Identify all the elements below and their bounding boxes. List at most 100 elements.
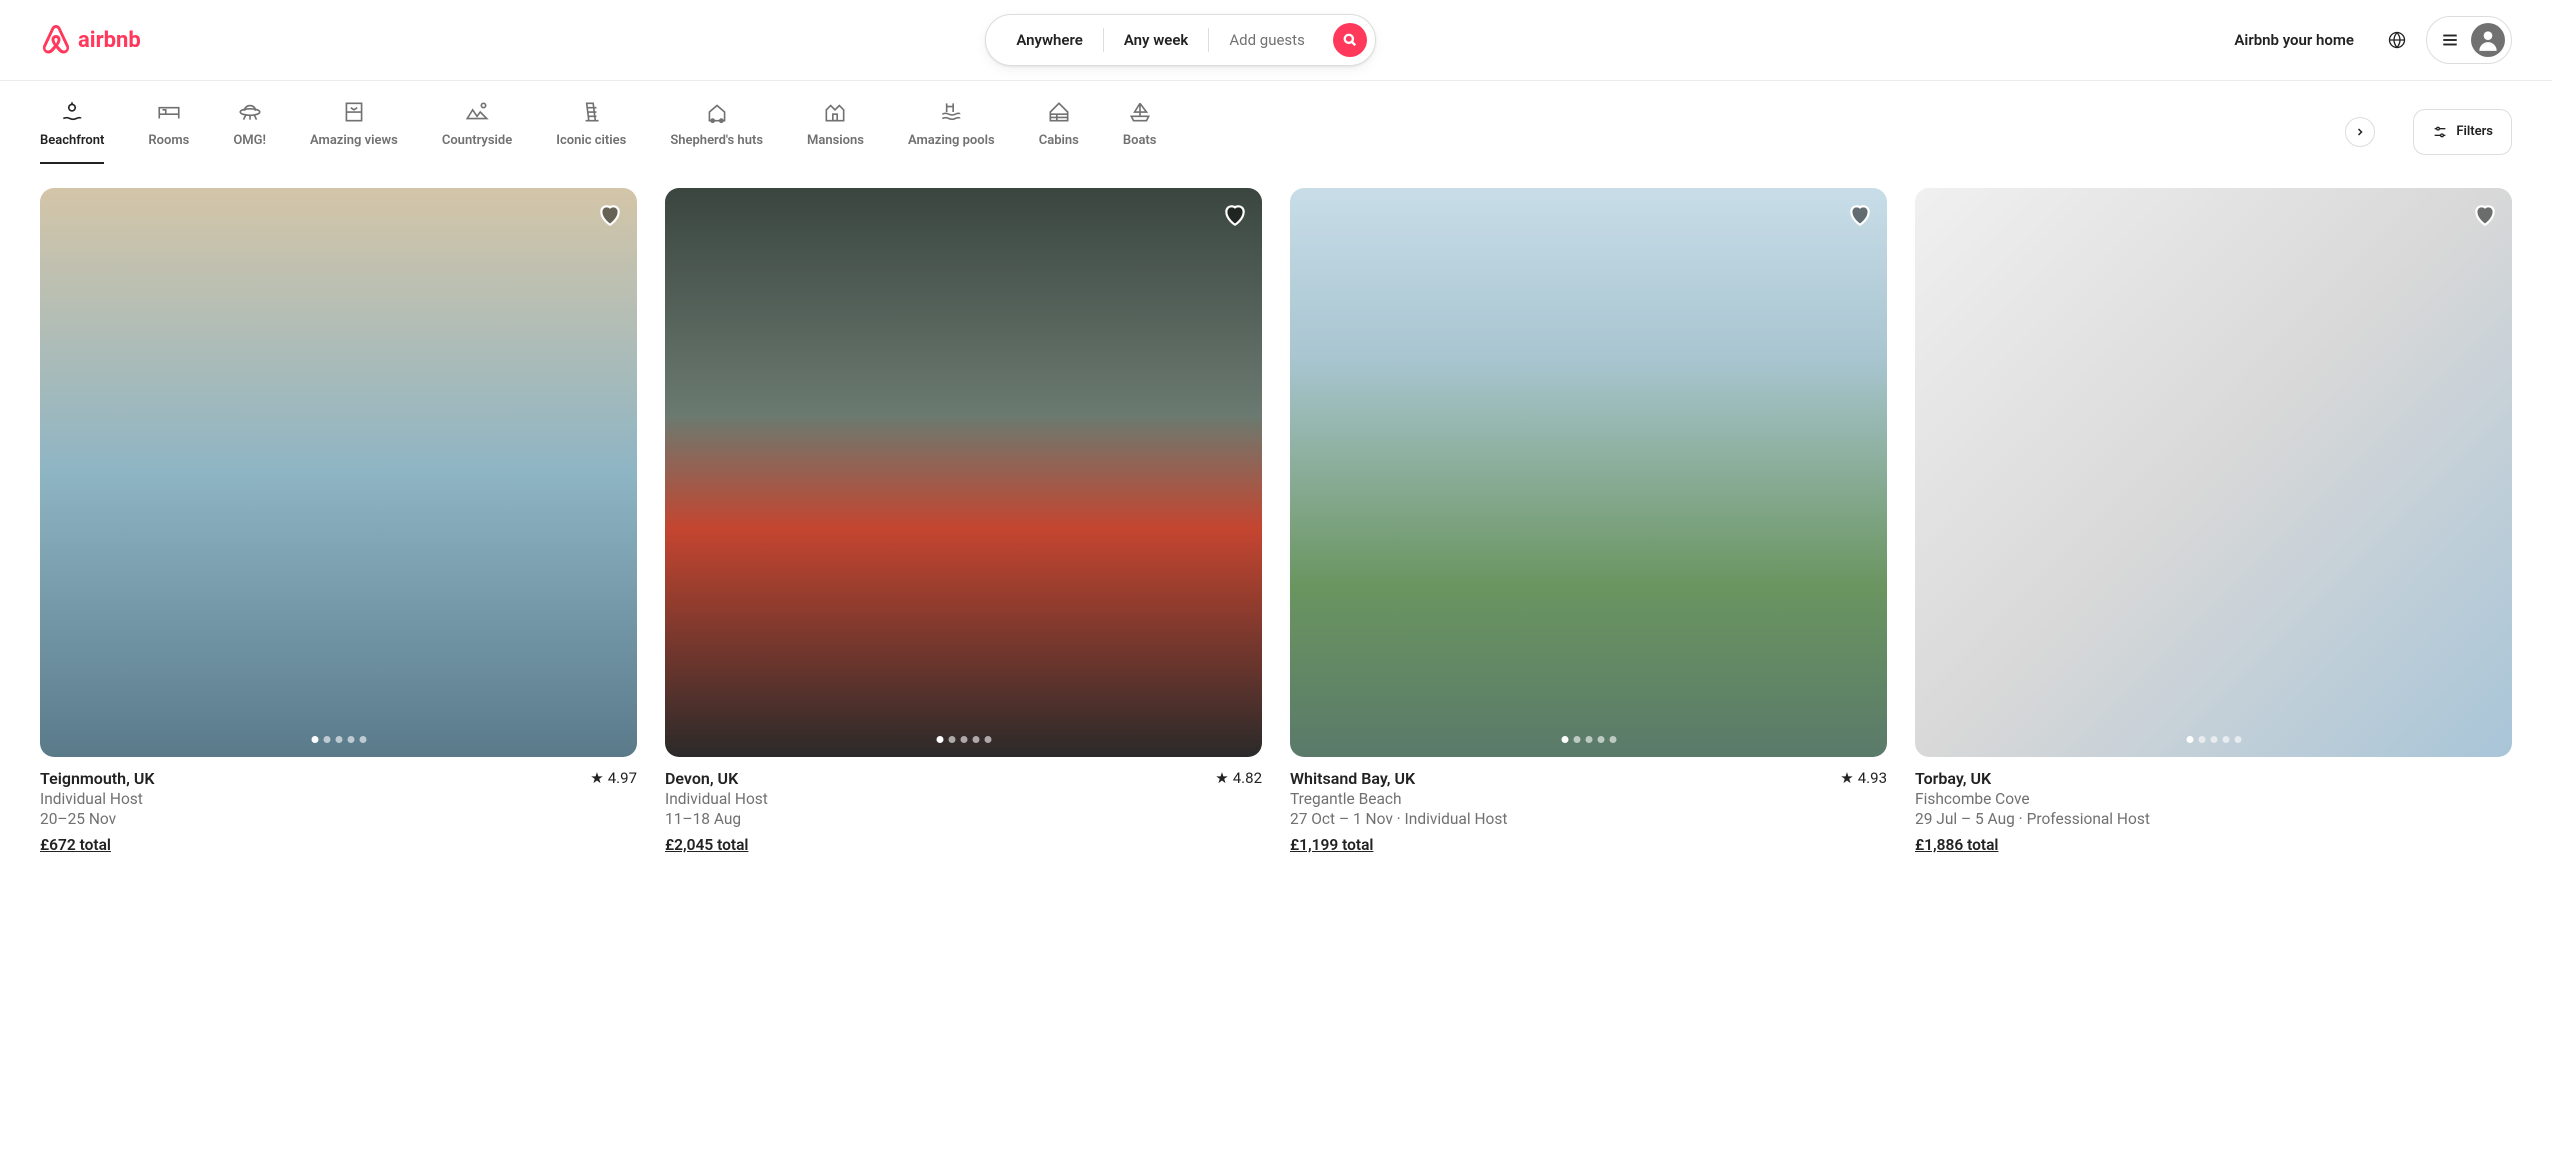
language-button[interactable] [2376,19,2418,61]
search-who[interactable]: Add guests [1209,31,1324,49]
image-dots [311,736,366,743]
listing-title: Teignmouth, UK [40,769,154,788]
category-amazing-pools[interactable]: Amazing pools [908,99,995,164]
user-icon [2475,27,2501,53]
category-list: Beachfront Rooms OMG! Amazing views Countrys… [40,99,2307,164]
profile-menu[interactable] [2426,16,2512,64]
beach-icon [59,99,85,125]
wishlist-button[interactable] [597,202,623,228]
listing-card[interactable]: Torbay, UKFishcombe Cove29 Jul – 5 Aug ·… [1915,188,2512,854]
listing-body: Teignmouth, UK ★ 4.97 Individual Host 20–25 … [40,757,637,854]
logo-text: airbnb [78,28,141,53]
listing-image[interactable] [1915,188,2512,757]
filters-button[interactable]: Filters [2413,109,2512,155]
category-label: Shepherd's huts [670,133,763,148]
category-label: OMG! [233,133,266,148]
listing-subtitle: Individual Host [40,790,637,808]
window-icon [341,99,367,125]
listing-image[interactable] [1290,188,1887,757]
listing-dates: 11–18 Aug [665,810,1262,828]
heart-icon [597,202,623,228]
search-icon [1343,33,1357,47]
hut-icon [704,99,730,125]
listing-price: £672 total [40,836,637,854]
category-omg-[interactable]: OMG! [233,99,266,164]
heart-icon [1847,202,1873,228]
logo[interactable]: airbnb [40,24,141,56]
category-shepherd-s-huts[interactable]: Shepherd's huts [670,99,763,164]
category-amazing-views[interactable]: Amazing views [310,99,398,164]
listing-title: Torbay, UK [1915,769,1991,788]
category-label: Amazing pools [908,133,995,148]
listing-subtitle: Individual Host [665,790,1262,808]
filters-label: Filters [2456,124,2493,139]
ufo-icon [237,99,263,125]
search-when[interactable]: Any week [1104,31,1209,49]
listing-body: Devon, UK ★ 4.82 Individual Host 11–18 Aug £2… [665,757,1262,854]
listing-card[interactable]: Whitsand Bay, UK★4.93Tregantle Beach27 O… [1290,188,1887,854]
boat-icon [1127,99,1153,125]
category-rooms[interactable]: Rooms [148,99,189,164]
header-right: Airbnb your home [2220,16,2512,64]
hamburger-icon [2441,31,2459,49]
star-icon: ★ [1215,769,1228,787]
listing-rating: ★ 4.82 [1215,769,1262,787]
category-boats[interactable]: Boats [1123,99,1157,164]
category-cabins[interactable]: Cabins [1039,99,1079,164]
listings-grid: Teignmouth, UK ★ 4.97 Individual Host 20–25 … [0,164,2552,878]
category-label: Rooms [148,133,189,148]
listing-dates: 29 Jul – 5 Aug · Professional Host [1915,810,2512,828]
listing-card[interactable]: Teignmouth, UK ★ 4.97 Individual Host 20–25 … [40,188,637,854]
header: airbnb Anywhere Any week Add guests Airb… [0,0,2552,81]
heart-icon [2472,202,2498,228]
category-label: Amazing views [310,133,398,148]
search-button[interactable] [1333,23,1367,57]
listing-body: Whitsand Bay, UK★4.93Tregantle Beach27 O… [1290,757,1887,854]
chevron-right-icon [2354,126,2366,138]
listing-rating: ★ 4.93 [1840,769,1887,787]
category-label: Cabins [1039,133,1079,148]
category-label: Boats [1123,133,1157,148]
search-where[interactable]: Anywhere [996,31,1103,49]
wishlist-button[interactable] [1847,202,1873,228]
scroll-next-button[interactable] [2345,117,2375,147]
listing-image[interactable] [665,188,1262,757]
listing-body: Torbay, UKFishcombe Cove29 Jul – 5 Aug ·… [1915,757,2512,854]
airbnb-logo-icon [40,24,72,56]
rating-value: 4.97 [608,769,637,787]
listing-title: Devon, UK [665,769,738,788]
globe-icon [2388,31,2406,49]
image-dots [1561,736,1616,743]
host-link[interactable]: Airbnb your home [2220,19,2368,61]
image-dots [2186,736,2241,743]
star-icon: ★ [1840,769,1853,787]
category-label: Beachfront [40,133,104,148]
filters-icon [2432,124,2448,140]
listing-dates: 20–25 Nov [40,810,637,828]
listing-dates: 27 Oct – 1 Nov · Individual Host [1290,810,1887,828]
category-label: Countryside [442,133,512,148]
category-iconic-cities[interactable]: Iconic cities [556,99,626,164]
rating-value: 4.93 [1858,769,1887,787]
category-label: Mansions [807,133,864,148]
category-beachfront[interactable]: Beachfront [40,99,104,164]
category-countryside[interactable]: Countryside [442,99,512,164]
rating-value: 4.82 [1233,769,1262,787]
category-label: Iconic cities [556,133,626,148]
avatar [2471,23,2505,57]
listing-price: £1,199 total [1290,836,1887,854]
listing-price: £1,886 total [1915,836,2512,854]
category-mansions[interactable]: Mansions [807,99,864,164]
listing-rating: ★ 4.97 [590,769,637,787]
mansion-icon [822,99,848,125]
wishlist-button[interactable] [2472,202,2498,228]
categories-bar: Beachfront Rooms OMG! Amazing views Countrys… [0,81,2552,164]
star-icon: ★ [590,769,603,787]
listing-image[interactable] [40,188,637,757]
cabin-icon [1046,99,1072,125]
listing-card[interactable]: Devon, UK ★ 4.82 Individual Host 11–18 Aug £2… [665,188,1262,854]
wishlist-button[interactable] [1222,202,1248,228]
listing-subtitle: Tregantle Beach [1290,790,1887,808]
bed-icon [156,99,182,125]
listing-price: £2,045 total [665,836,1262,854]
